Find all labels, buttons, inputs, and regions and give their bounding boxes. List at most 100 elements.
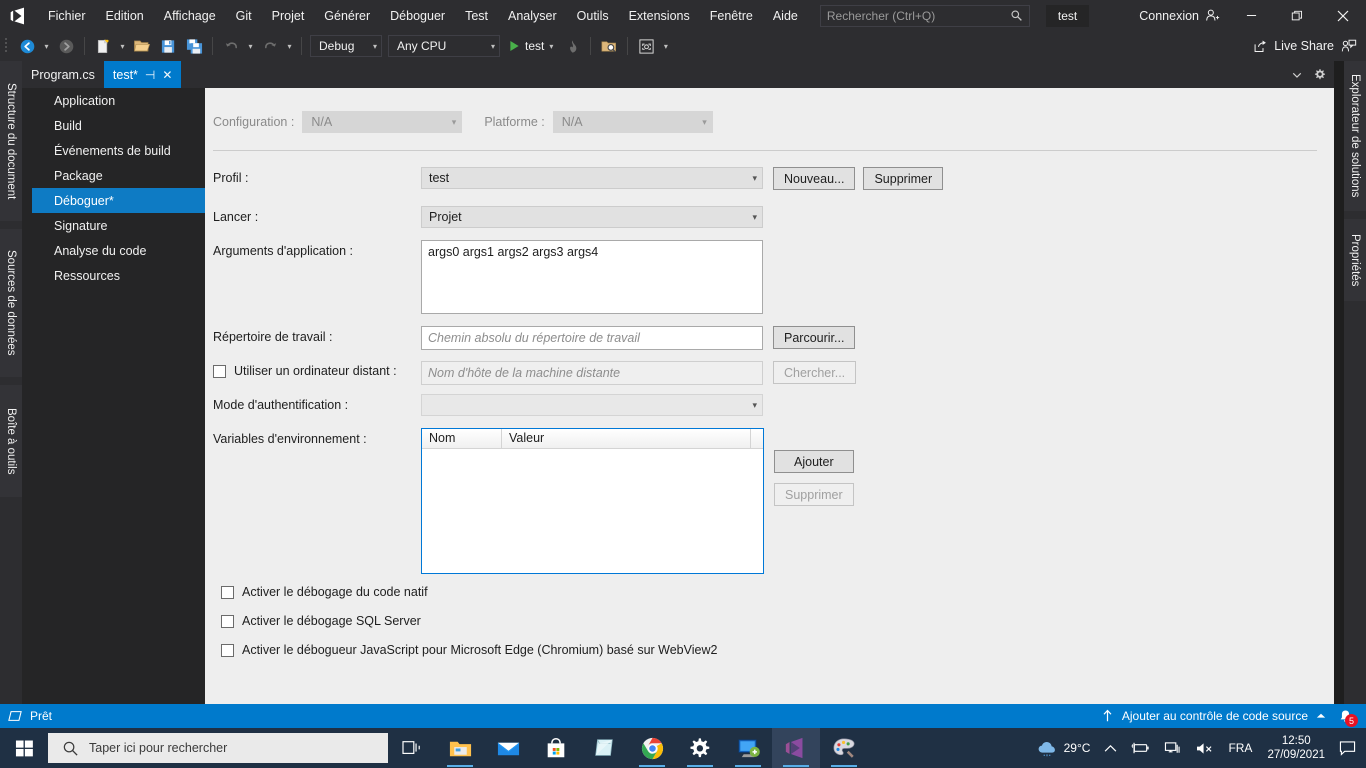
working-directory-input[interactable]: Chemin absolu du répertoire de travail	[421, 326, 763, 350]
menu-edition[interactable]: Edition	[96, 0, 154, 31]
nav-item-signature[interactable]: Signature	[32, 213, 227, 238]
navigate-back-button[interactable]	[14, 34, 40, 58]
configuration-combo[interactable]: N/A ▾	[302, 111, 463, 133]
solution-configuration-combo[interactable]: Debug ▾	[310, 35, 382, 57]
tab-list-dropdown-button[interactable]	[1287, 64, 1307, 86]
taskbar-app-microsoft-store[interactable]	[532, 728, 580, 768]
remote-machine-input[interactable]: Nom d'hôte de la machine distante	[421, 361, 763, 385]
volume-button[interactable]	[1188, 728, 1221, 768]
taskbar-app-settings[interactable]	[676, 728, 724, 768]
vtab-proprietes[interactable]: Propriétés	[1344, 219, 1366, 301]
vtab-structure-du-document[interactable]: Structure du document	[0, 61, 22, 221]
menu-generer[interactable]: Générer	[314, 0, 380, 31]
live-share-session-button[interactable]	[1340, 34, 1366, 58]
pin-icon[interactable]: ⊣	[145, 69, 155, 81]
menu-deboguer[interactable]: Déboguer	[380, 0, 455, 31]
redo-button[interactable]	[257, 34, 283, 58]
vtab-sources-de-donnees[interactable]: Sources de données	[0, 229, 22, 377]
menu-outils[interactable]: Outils	[567, 0, 619, 31]
start-debugging-button[interactable]: test ▾	[503, 34, 559, 58]
open-file-button[interactable]	[129, 34, 155, 58]
taskbar-search-input[interactable]: Taper ici pour rechercher	[48, 733, 388, 763]
save-button[interactable]	[155, 34, 181, 58]
taskbar-app-sticky-notes[interactable]	[580, 728, 628, 768]
js-debug-checkbox[interactable]	[221, 643, 234, 657]
launch-combo[interactable]: Projet ▾	[421, 206, 763, 228]
tab-test-properties[interactable]: test* ⊣ ✕	[103, 61, 182, 88]
add-env-var-button[interactable]: Ajouter	[774, 450, 854, 473]
hot-reload-button[interactable]	[559, 34, 585, 58]
taskbar-app-visual-studio[interactable]	[772, 728, 820, 768]
taskbar-app-remote-desktop[interactable]	[724, 728, 772, 768]
menu-aide[interactable]: Aide	[763, 0, 808, 31]
nav-item-evenements-de-build[interactable]: Événements de build	[32, 138, 227, 163]
toolbar-overflow-button[interactable]: ▾	[659, 34, 672, 58]
tab-settings-button[interactable]	[1309, 64, 1329, 86]
live-share-button[interactable]: Live Share	[1253, 39, 1340, 54]
language-indicator[interactable]: FRA	[1221, 728, 1259, 768]
add-to-source-control-button[interactable]: Ajouter au contrôle de code source	[1122, 709, 1308, 723]
nav-item-analyse-du-code[interactable]: Analyse du code	[32, 238, 227, 263]
caret-up-icon[interactable]	[1316, 712, 1326, 720]
taskbar-app-paint[interactable]	[820, 728, 868, 768]
native-debug-checkbox[interactable]	[221, 585, 234, 599]
network-button[interactable]	[1157, 728, 1188, 768]
new-project-dropdown[interactable]: ▾	[116, 34, 129, 58]
weather-widget[interactable]: 29°C	[1030, 728, 1098, 768]
remove-env-var-button[interactable]: Supprimer	[774, 483, 854, 506]
screenshot-button[interactable]	[633, 34, 659, 58]
sql-debug-checkbox[interactable]	[221, 614, 234, 628]
tray-overflow-button[interactable]	[1097, 728, 1124, 768]
auth-mode-combo[interactable]: ▾	[421, 394, 763, 416]
menu-analyser[interactable]: Analyser	[498, 0, 567, 31]
js-debug-row[interactable]: Activer le débogueur JavaScript pour Mic…	[221, 643, 717, 657]
new-profile-button[interactable]: Nouveau...	[773, 167, 856, 190]
close-icon[interactable]: ✕	[162, 69, 172, 81]
browse-button[interactable]: Parcourir...	[773, 326, 856, 349]
menu-test[interactable]: Test	[455, 0, 498, 31]
vtab-boite-a-outils[interactable]: Boîte à outils	[0, 385, 22, 497]
platform-combo[interactable]: N/A ▾	[552, 111, 713, 133]
taskbar-app-mail[interactable]	[484, 728, 532, 768]
taskbar-app-file-explorer[interactable]	[436, 728, 484, 768]
menu-projet[interactable]: Projet	[262, 0, 315, 31]
nav-item-deboguer[interactable]: Déboguer*	[32, 188, 238, 213]
tab-program-cs[interactable]: Program.cs	[22, 61, 104, 88]
nav-item-build[interactable]: Build	[32, 113, 227, 138]
sign-in-button[interactable]: Connexion	[1139, 8, 1228, 23]
navigate-back-dropdown[interactable]: ▾	[40, 34, 53, 58]
env-vars-table[interactable]: Nom Valeur	[421, 428, 764, 574]
select-element-button[interactable]	[596, 34, 622, 58]
close-button[interactable]	[1320, 0, 1366, 31]
navigate-forward-button[interactable]	[53, 34, 79, 58]
remote-machine-checkbox[interactable]	[213, 364, 226, 378]
delete-profile-button[interactable]: Supprimer	[863, 167, 944, 190]
save-all-button[interactable]	[181, 34, 207, 58]
undo-dropdown[interactable]: ▾	[244, 34, 257, 58]
menu-fenetre[interactable]: Fenêtre	[700, 0, 763, 31]
solution-platform-combo[interactable]: Any CPU ▾	[388, 35, 500, 57]
clock-widget[interactable]: 12:50 27/09/2021	[1259, 728, 1333, 768]
taskbar-app-google-chrome[interactable]	[628, 728, 676, 768]
restore-button[interactable]	[1274, 0, 1320, 31]
toolbar-grip[interactable]	[4, 36, 14, 56]
start-button[interactable]	[0, 728, 48, 768]
nav-item-application[interactable]: Application	[32, 88, 227, 113]
vtab-explorateur-de-solutions[interactable]: Explorateur de solutions	[1344, 61, 1366, 211]
menu-git[interactable]: Git	[226, 0, 262, 31]
nav-item-package[interactable]: Package	[32, 163, 227, 188]
profile-combo[interactable]: test ▾	[421, 167, 763, 189]
battery-button[interactable]	[1124, 728, 1157, 768]
sql-debug-row[interactable]: Activer le débogage SQL Server	[221, 614, 421, 628]
search-remote-button[interactable]: Chercher...	[773, 361, 857, 384]
menu-extensions[interactable]: Extensions	[619, 0, 700, 31]
nav-item-ressources[interactable]: Ressources	[32, 263, 227, 288]
native-debug-row[interactable]: Activer le débogage du code natif	[221, 585, 428, 599]
redo-dropdown[interactable]: ▾	[283, 34, 296, 58]
quick-search-input[interactable]: Rechercher (Ctrl+Q)	[819, 4, 1030, 27]
new-project-button[interactable]	[90, 34, 116, 58]
app-arguments-textarea[interactable]: args0 args1 args2 args3 args4	[421, 240, 763, 314]
undo-button[interactable]	[218, 34, 244, 58]
action-center-button[interactable]	[1333, 728, 1366, 768]
notifications-button[interactable]: 5	[1334, 706, 1358, 727]
